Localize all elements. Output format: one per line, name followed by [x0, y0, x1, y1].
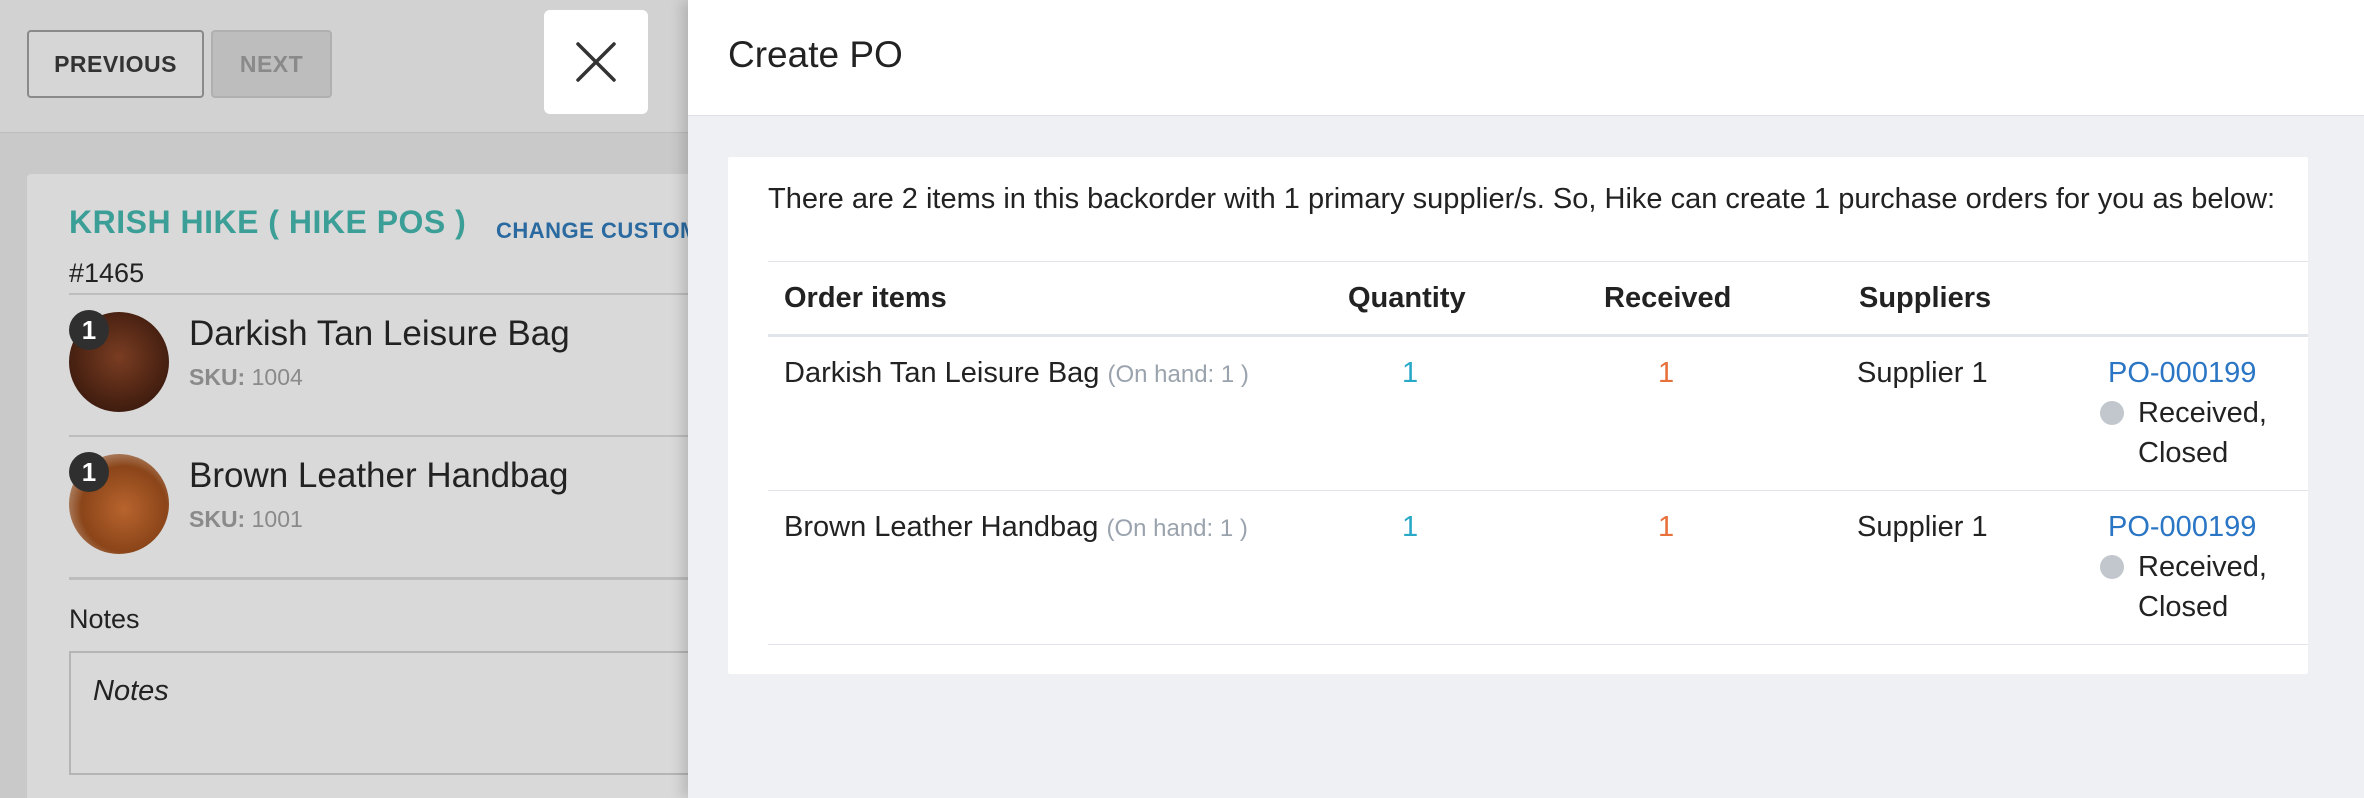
- sku-label: SKU:: [189, 506, 246, 532]
- notes-field[interactable]: Notes: [69, 651, 709, 775]
- notes-label: Notes: [69, 604, 140, 634]
- customer-name[interactable]: KRISH HIKE ( HIKE POS ): [69, 204, 466, 241]
- po-link[interactable]: PO-000199: [2108, 357, 2256, 390]
- received-cell: 1: [1658, 511, 1675, 543]
- product-name: Darkish Tan Leisure Bag: [189, 314, 570, 353]
- close-button[interactable]: [544, 10, 648, 114]
- po-table: Order items Quantity Received Suppliers …: [768, 261, 2308, 645]
- status-text-2: Closed: [2138, 591, 2229, 623]
- status-text-1: Received,: [2138, 551, 2267, 583]
- status-line-1: Received,: [2100, 393, 2267, 433]
- divider: [69, 577, 709, 580]
- notes-placeholder: Notes: [93, 675, 169, 707]
- status-dot-icon: [2100, 555, 2124, 579]
- supplier-cell: Supplier 1: [1857, 511, 1988, 543]
- quantity-cell: 1: [1402, 511, 1419, 543]
- order-card: KRISH HIKE ( HIKE POS ) CHANGE CUSTOMER …: [27, 174, 730, 798]
- received-cell: 1: [1658, 357, 1675, 389]
- po-link[interactable]: PO-000199: [2108, 511, 2256, 544]
- table-header: Order items Quantity Received Suppliers: [768, 261, 2308, 337]
- header-quantity: Quantity: [1348, 282, 1466, 314]
- on-hand-text: (On hand: 1 ): [1107, 361, 1249, 388]
- previous-button[interactable]: PREVIOUS: [27, 30, 204, 98]
- sku-label: SKU:: [189, 364, 246, 390]
- item-cell: Darkish Tan Leisure Bag (On hand: 1 ): [784, 357, 1249, 390]
- status-text-1: Received,: [2138, 397, 2267, 429]
- product-name: Brown Leather Handbag: [189, 456, 569, 495]
- po-card: There are 2 items in this backorder with…: [728, 157, 2308, 674]
- table-row: Brown Leather Handbag (On hand: 1 ) 1 1 …: [768, 491, 2308, 645]
- product-row[interactable]: 1 Darkish Tan Leisure Bag SKU: 1004: [69, 302, 709, 412]
- panel-title: Create PO: [728, 34, 903, 75]
- close-icon: [576, 42, 616, 82]
- sku-value: 1001: [251, 506, 303, 532]
- order-number: #1465: [69, 258, 145, 288]
- sku-value: 1004: [251, 364, 303, 390]
- supplier-cell: Supplier 1: [1857, 357, 1988, 389]
- status-line-1: Received,: [2100, 547, 2267, 587]
- product-sku: SKU: 1004: [189, 364, 303, 391]
- status-text-2: Closed: [2138, 437, 2229, 469]
- next-button[interactable]: NEXT: [211, 30, 332, 98]
- header-suppliers: Suppliers: [1859, 282, 1992, 314]
- item-cell: Brown Leather Handbag (On hand: 1 ): [784, 511, 1248, 544]
- item-name: Brown Leather Handbag: [784, 511, 1099, 543]
- table-row: Darkish Tan Leisure Bag (On hand: 1 ) 1 …: [768, 337, 2308, 491]
- quantity-badge: 1: [69, 452, 109, 492]
- header-received: Received: [1604, 282, 1732, 314]
- po-status: Received, Closed: [2100, 547, 2267, 627]
- intro-text: There are 2 items in this backorder with…: [768, 183, 2276, 215]
- product-row[interactable]: 1 Brown Leather Handbag SKU: 1001: [69, 444, 709, 554]
- create-po-panel: Create PO There are 2 items in this back…: [688, 0, 2364, 798]
- product-sku: SKU: 1001: [189, 506, 303, 533]
- item-name: Darkish Tan Leisure Bag: [784, 357, 1100, 389]
- panel-header: Create PO: [688, 0, 2364, 116]
- divider: [69, 293, 709, 295]
- header-order-items: Order items: [784, 282, 947, 314]
- quantity-badge: 1: [69, 310, 109, 350]
- quantity-cell: 1: [1402, 357, 1419, 389]
- status-dot-icon: [2100, 401, 2124, 425]
- po-status: Received, Closed: [2100, 393, 2267, 473]
- on-hand-text: (On hand: 1 ): [1106, 515, 1248, 542]
- divider: [69, 435, 709, 437]
